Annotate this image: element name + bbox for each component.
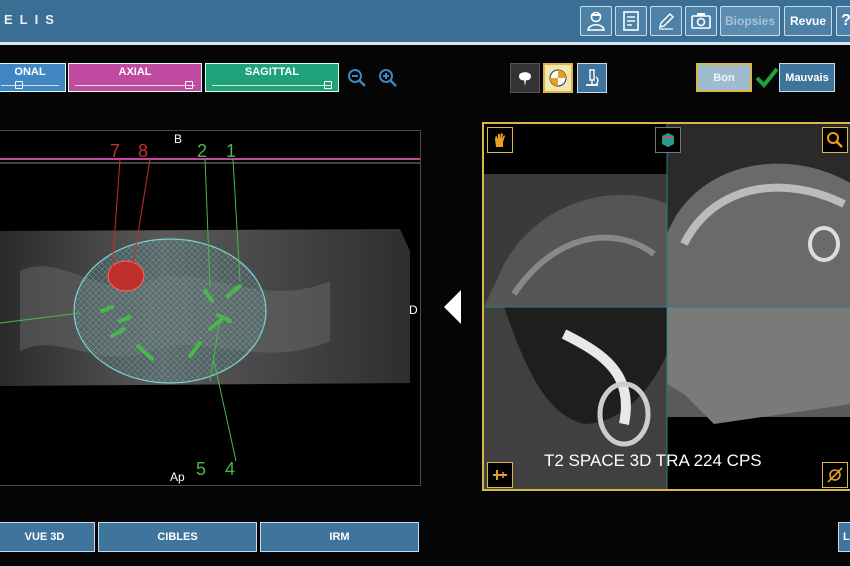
- target-label-4: 4: [225, 459, 235, 479]
- capture-button[interactable]: [685, 6, 717, 36]
- mauvais-button[interactable]: Mauvais: [779, 63, 835, 92]
- contrast-icon: [827, 467, 843, 483]
- zoom-tool-button[interactable]: [822, 127, 848, 153]
- orientation-right-label: D: [409, 303, 418, 317]
- help-button[interactable]: ?: [836, 6, 850, 36]
- axial-slider-handle[interactable]: [185, 81, 193, 89]
- top-bar-divider: [0, 42, 850, 45]
- doctor-icon: [587, 11, 605, 31]
- target-label-5: 5: [196, 459, 206, 479]
- orientation-cube-button[interactable]: [655, 127, 681, 153]
- report-button[interactable]: [615, 6, 647, 36]
- collapse-arrow-icon[interactable]: [441, 288, 463, 326]
- ruler-icon: [493, 470, 507, 480]
- mri-viewer-panel[interactable]: T2 SPACE 3D TRA 224 CPS: [482, 122, 850, 491]
- vue-3d-button[interactable]: VUE 3D: [0, 522, 95, 552]
- pencil-icon: [658, 12, 675, 30]
- bon-button[interactable]: Bon: [696, 63, 752, 92]
- camera-icon: [691, 13, 711, 29]
- tab-coronal-label: ONAL: [14, 66, 46, 78]
- revue-button[interactable]: Revue: [784, 6, 832, 36]
- orientation-top-label: B: [174, 132, 182, 146]
- microscope-icon: [586, 69, 599, 86]
- zoom-out-icon[interactable]: [346, 67, 368, 89]
- pan-button[interactable]: [487, 127, 513, 153]
- prostate-model-button[interactable]: [510, 63, 540, 93]
- axial-slider-track: [75, 85, 195, 86]
- checkmark-icon: [755, 67, 779, 88]
- ultrasound-3d-image: 7 8 2 1 5 4 B Ap D: [0, 132, 420, 484]
- microscope-button[interactable]: [577, 63, 607, 93]
- cube-icon: [662, 133, 674, 147]
- prostate-icon: [519, 72, 531, 86]
- ruler-button[interactable]: [487, 462, 513, 488]
- target-icon: [549, 69, 567, 87]
- coronal-slider-track: [1, 85, 59, 86]
- target-label-1: 1: [226, 141, 236, 161]
- tab-sagittal[interactable]: SAGITTAL: [205, 63, 339, 92]
- edit-button[interactable]: [650, 6, 682, 36]
- viewer-3d-panel[interactable]: 7 8 2 1 5 4 B Ap D: [0, 130, 421, 486]
- mri-fusion-image: T2 SPACE 3D TRA 224 CPS: [484, 124, 850, 489]
- right-partial-button[interactable]: L: [838, 522, 850, 552]
- coronal-slider-handle[interactable]: [15, 81, 23, 89]
- tab-coronal[interactable]: ONAL: [0, 63, 66, 92]
- sagittal-slider-handle[interactable]: [324, 81, 332, 89]
- tab-axial-label: AXIAL: [118, 66, 152, 78]
- target-label-7: 7: [110, 141, 120, 161]
- cibles-button[interactable]: CIBLES: [98, 522, 257, 552]
- target-mode-button[interactable]: [543, 63, 573, 93]
- irm-button[interactable]: IRM: [260, 522, 419, 552]
- target-label-2: 2: [197, 141, 207, 161]
- patient-button[interactable]: [580, 6, 612, 36]
- target-label-8: 8: [138, 141, 148, 161]
- app-brand: ELIS: [4, 12, 61, 27]
- zoom-in-icon[interactable]: [377, 67, 399, 89]
- tab-sagittal-label: SAGITTAL: [244, 66, 300, 78]
- mri-sequence-label: T2 SPACE 3D TRA 224 CPS: [544, 451, 762, 470]
- biopsies-button[interactable]: Biopsies: [720, 6, 780, 36]
- sagittal-slider-track: [212, 85, 332, 86]
- hand-icon: [495, 133, 505, 147]
- tab-axial[interactable]: AXIAL: [68, 63, 202, 92]
- contrast-button[interactable]: [822, 462, 848, 488]
- document-icon: [623, 11, 639, 31]
- magnifier-icon: [827, 132, 843, 148]
- orientation-bottom-label: Ap: [170, 470, 185, 484]
